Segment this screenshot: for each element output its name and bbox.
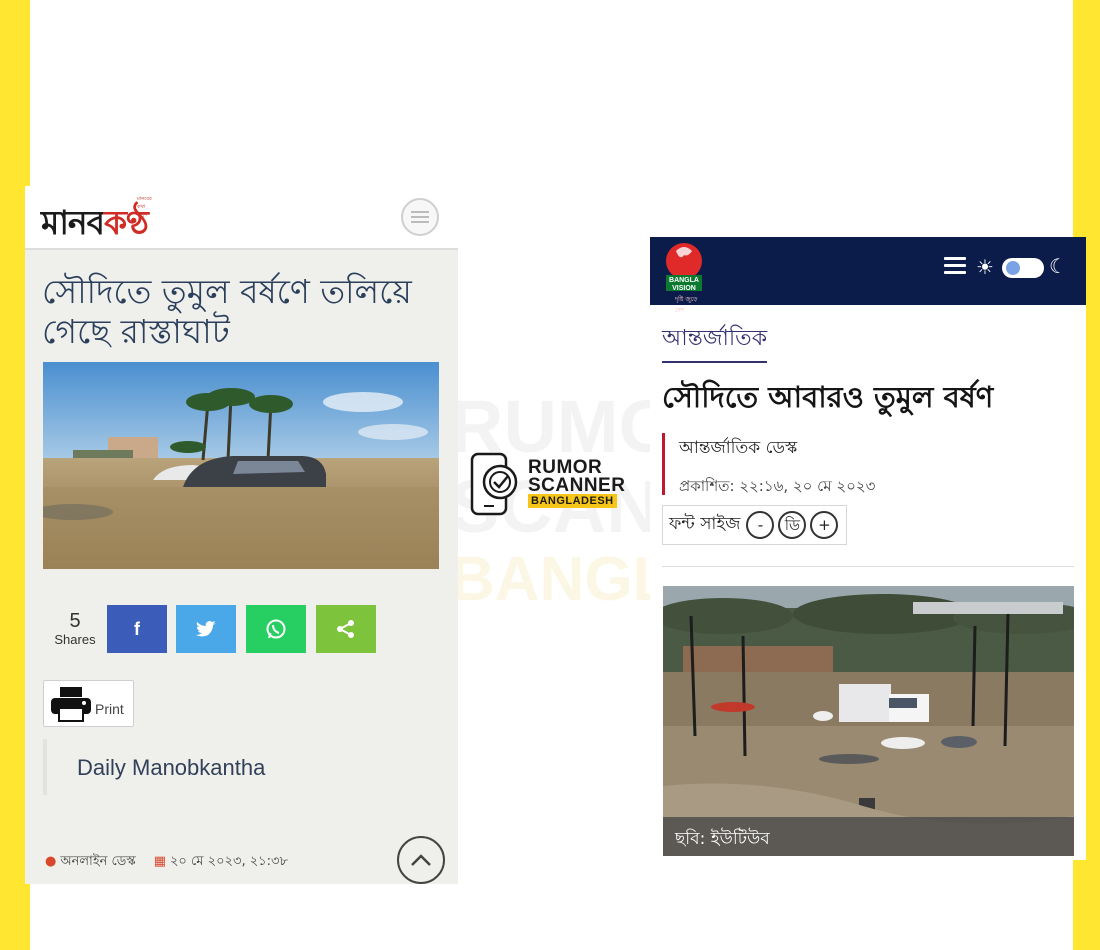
- menu-icon: [411, 211, 429, 223]
- font-size-label: ফন্ট সাইজ: [669, 514, 741, 534]
- twitter-share-button[interactable]: [176, 605, 236, 653]
- article-headline: সৌদিতে তুমুল বর্ষণে তলিয়ে গেছে রাস্তাঘা…: [42, 272, 412, 351]
- published-date: প্রকাশিত: ২২:১৬, ২০ মে ২০২৩: [679, 477, 876, 495]
- share-count-label: Shares: [54, 632, 96, 647]
- article-byline: ● অনলাইন ডেস্ক ▦ ২০ মে ২০২৩, ২১:৩৮: [45, 852, 288, 873]
- share-count-value: 5: [69, 610, 81, 632]
- site-header: মানবকণ্ঠ মানবের কথা শুনুন: [25, 186, 458, 250]
- share-icon: [337, 620, 354, 638]
- twitter-icon: [196, 621, 216, 637]
- print-button[interactable]: Print: [43, 680, 134, 727]
- more-share-button[interactable]: [316, 605, 376, 653]
- share-counter: 5 Shares: [51, 610, 99, 648]
- chevron-up-icon: [411, 854, 431, 866]
- caption-text: ছবি: ইউটিউব: [675, 829, 770, 849]
- logo-tagline: দৃষ্টি জুড়ে দেশ: [675, 296, 698, 314]
- font-size-control: ফন্ট সাইজ - ডি +: [662, 505, 848, 545]
- category-link[interactable]: আন্তর্জাতিক: [662, 321, 768, 363]
- font-default-button[interactable]: ডি: [778, 511, 807, 539]
- manobkantha-article: মানবকণ্ঠ মানবের কথা শুনুন সৌদিতে তুমুল ব…: [25, 186, 458, 884]
- watermark-line-3: BANGLADESH: [458, 545, 653, 614]
- article-headline: সৌদিতে আবারও তুমুল বর্ষণ: [662, 380, 994, 414]
- printer-icon: [51, 687, 91, 722]
- phone-check-icon: [470, 452, 518, 516]
- hamburger-menu-button[interactable]: [944, 257, 966, 275]
- sun-icon: ☀: [976, 255, 994, 279]
- rumor-scanner-line-2: SCANNER: [528, 475, 626, 496]
- logo-tagline: মানবের কথা শুনুন: [137, 196, 152, 218]
- logo-line-1: BANGLA: [669, 277, 699, 284]
- font-increase-button[interactable]: +: [810, 511, 839, 539]
- logo-text-main: মানব: [41, 203, 105, 242]
- share-bar: 5 Shares f: [45, 605, 385, 653]
- rumor-scanner-line-3: BANGLADESH: [528, 494, 617, 508]
- article-meta: আন্তর্জাতিক ডেস্ক প্রকাশিত: ২২:১৬, ২০ মে…: [662, 433, 875, 495]
- hamburger-menu-button[interactable]: [401, 198, 439, 236]
- user-icon: ●: [45, 854, 57, 869]
- byline-date: ২০ মে ২০২৩, ২১:৩৮: [169, 854, 288, 869]
- facebook-share-button[interactable]: f: [107, 605, 167, 653]
- facebook-icon: f: [134, 618, 140, 639]
- banglavision-article: BANGLA VISION দৃষ্টি জুড়ে দেশ ☀ ☾ আন্তর…: [650, 237, 1086, 860]
- banglavision-logo[interactable]: BANGLA VISION দৃষ্টি জুড়ে দেশ: [662, 241, 706, 314]
- divider: [662, 566, 1074, 567]
- source-block: Daily Manobkantha: [43, 739, 439, 795]
- photo-caption: ছবি: ইউটিউব: [663, 817, 1074, 856]
- whatsapp-share-button[interactable]: [246, 605, 306, 653]
- dark-mode-toggle[interactable]: [1002, 258, 1044, 278]
- whatsapp-icon: [266, 619, 286, 639]
- rumor-scanner-logo: RUMOR SCANNER BANGLADESH: [470, 452, 626, 518]
- author-name: আন্তর্জাতিক ডেস্ক: [679, 438, 798, 458]
- byline-author: অনলাইন ডেস্ক: [60, 854, 136, 869]
- flood-photo: ছবি: ইউটিউব: [663, 586, 1074, 856]
- logo-line-2: VISION: [672, 285, 696, 292]
- font-decrease-button[interactable]: -: [746, 511, 775, 539]
- flood-photo: [43, 362, 439, 569]
- print-label: Print: [95, 701, 124, 717]
- site-header: BANGLA VISION দৃষ্টি জুড়ে দেশ ☀ ☾: [650, 237, 1086, 314]
- scroll-to-top-button[interactable]: [397, 836, 445, 884]
- moon-icon: ☾: [1049, 254, 1067, 278]
- calendar-icon: ▦: [153, 854, 166, 869]
- source-name: Daily Manobkantha: [77, 755, 266, 780]
